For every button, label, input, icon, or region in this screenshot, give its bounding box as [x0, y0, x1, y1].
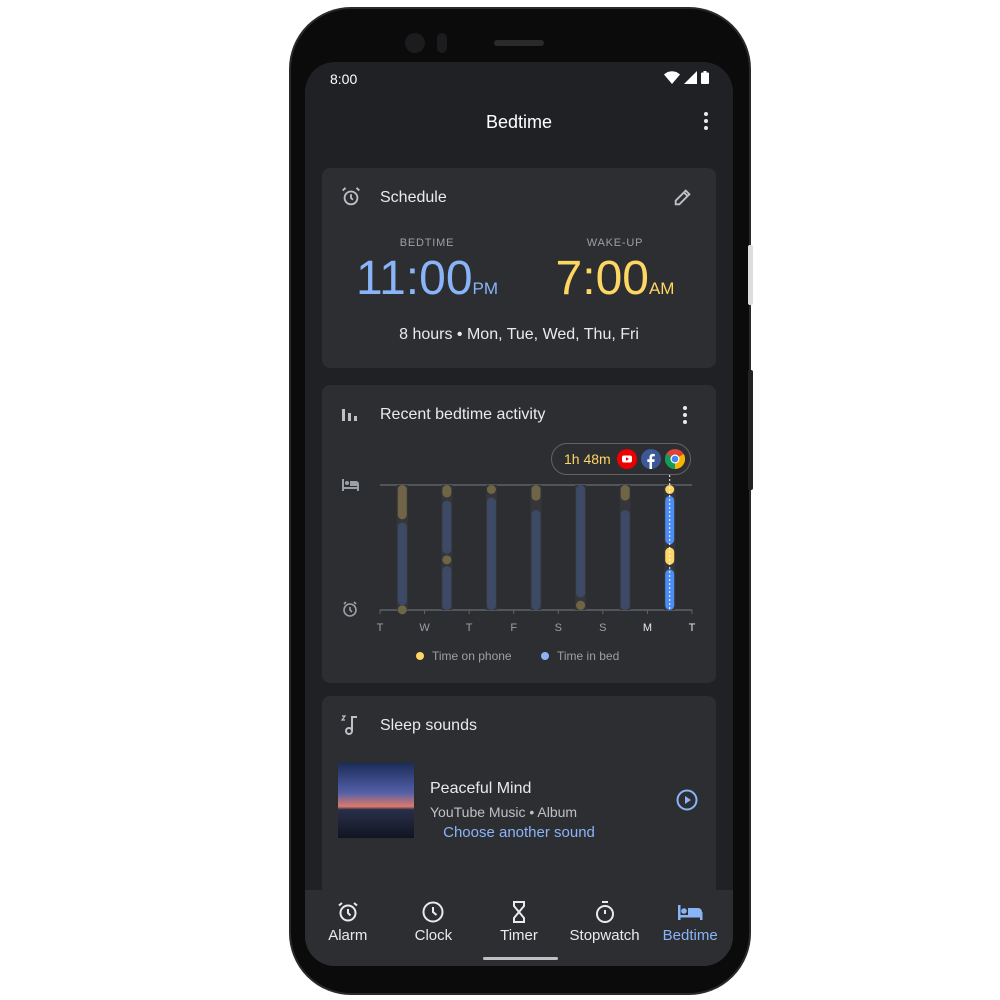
bar-chart-icon: [342, 409, 357, 421]
screen: 8:00 Bedtime Schedule BEDTIME 11:00PM WA…: [305, 62, 733, 966]
schedule-summary: 8 hours • Mon, Tue, Wed, Thu, Fri: [399, 326, 639, 343]
power-button: [748, 245, 753, 305]
choose-sound-link[interactable]: Choose another sound: [322, 824, 716, 841]
phone-segment: [397, 485, 407, 520]
edit-pencil-icon[interactable]: [672, 186, 694, 208]
wake-ampm: AM: [648, 279, 675, 298]
nav-timer-label: Timer: [500, 927, 538, 944]
nav-bedtime[interactable]: Bedtime: [647, 890, 733, 966]
bedtime-ampm: PM: [472, 279, 499, 298]
alarm-icon: [338, 902, 358, 922]
phone-segment: [531, 485, 541, 501]
nav-stopwatch-label: Stopwatch: [569, 927, 640, 944]
activity-card: Recent bedtime activity 1h 48m TWTFSSMT …: [322, 385, 716, 683]
x-tick-label: W: [419, 622, 430, 634]
page-title: Bedtime: [485, 112, 553, 132]
camera: [405, 33, 425, 53]
phone-segment: [620, 485, 630, 501]
nav-timer[interactable]: Timer: [476, 890, 562, 966]
x-tick-label: T: [466, 622, 473, 634]
nav-stopwatch[interactable]: Stopwatch: [562, 890, 648, 966]
legend-phone: Time on phone: [416, 649, 512, 663]
youtube-icon: [616, 449, 637, 469]
phone-segment: [576, 600, 586, 610]
nav-bedtime-label: Bedtime: [662, 927, 718, 944]
bedtime-time: 11:00: [355, 252, 473, 305]
facebook-icon: [640, 449, 661, 469]
schedule-title: Schedule: [380, 189, 447, 206]
nav-alarm[interactable]: Alarm: [305, 890, 391, 966]
wake-block[interactable]: WAKE-UP 7:00AM: [535, 237, 695, 306]
bottom-nav: Alarm Clock Timer Stopwatch Bedtime: [305, 890, 733, 966]
bed-icon: [678, 905, 703, 920]
x-tick-label: S: [599, 622, 606, 634]
sensor: [437, 33, 447, 53]
nav-clock-label: Clock: [414, 927, 453, 944]
legend-bed: Time in bed: [541, 649, 619, 663]
wake-time: 7:00: [555, 252, 649, 305]
legend-bed-label: Time in bed: [557, 649, 620, 663]
bed-segment: [531, 510, 541, 610]
status-time: 8:00: [330, 71, 358, 87]
bed-segment: [397, 522, 407, 606]
more-options-icon[interactable]: [701, 112, 711, 130]
schedule-card[interactable]: Schedule BEDTIME 11:00PM WAKE-UP 7:00AM …: [322, 168, 716, 368]
stopwatch-icon: [595, 901, 614, 923]
alarm-icon: [342, 187, 360, 206]
wake-label: WAKE-UP: [586, 237, 644, 249]
bed-segment: [576, 485, 586, 598]
track-subtitle: YouTube Music • Album: [430, 804, 578, 820]
x-tick-label: F: [510, 622, 517, 634]
x-tick-label: S: [555, 622, 562, 634]
speaker: [494, 40, 544, 46]
nav-indicator: [483, 957, 558, 960]
tooltip-duration: 1h 48m: [564, 451, 611, 467]
music-note-icon: [340, 715, 357, 735]
battery-icon: [701, 71, 709, 84]
phone-segment: [486, 485, 496, 494]
track-title[interactable]: Peaceful Mind: [430, 780, 531, 798]
wifi-icon: [664, 71, 680, 84]
signal-icon: [684, 71, 697, 84]
x-tick-label: T: [377, 622, 384, 634]
activity-title: Recent bedtime activity: [380, 406, 546, 423]
nav-clock[interactable]: Clock: [391, 890, 477, 966]
alarm-axis-icon: [343, 601, 357, 617]
sleep-sounds-title: Sleep sounds: [380, 717, 477, 734]
volume-button: [748, 370, 753, 490]
bed-segment: [442, 566, 452, 610]
activity-chart: TWTFSSMT: [342, 475, 696, 634]
bed-axis-icon: [342, 479, 359, 491]
bed-segment: [486, 497, 496, 610]
x-tick-label: M: [643, 622, 652, 634]
status-icons: [664, 71, 709, 84]
bedtime-label: BEDTIME: [399, 237, 455, 249]
clock-icon: [422, 901, 444, 923]
bed-segment: [620, 510, 630, 610]
legend-phone-label: Time on phone: [432, 649, 512, 663]
phone-segment: [442, 485, 452, 498]
activity-more-icon[interactable]: [680, 406, 690, 424]
timer-icon: [512, 901, 525, 923]
bed-segment: [442, 500, 452, 554]
bedtime-block[interactable]: BEDTIME 11:00PM: [347, 237, 507, 306]
play-icon[interactable]: [676, 789, 698, 811]
phone-segment: [397, 605, 407, 615]
phone-segment: [442, 555, 452, 565]
nav-alarm-label: Alarm: [328, 927, 368, 944]
x-tick-label: T: [689, 622, 696, 634]
activity-tooltip: 1h 48m: [551, 443, 691, 475]
chrome-icon: [664, 449, 685, 469]
